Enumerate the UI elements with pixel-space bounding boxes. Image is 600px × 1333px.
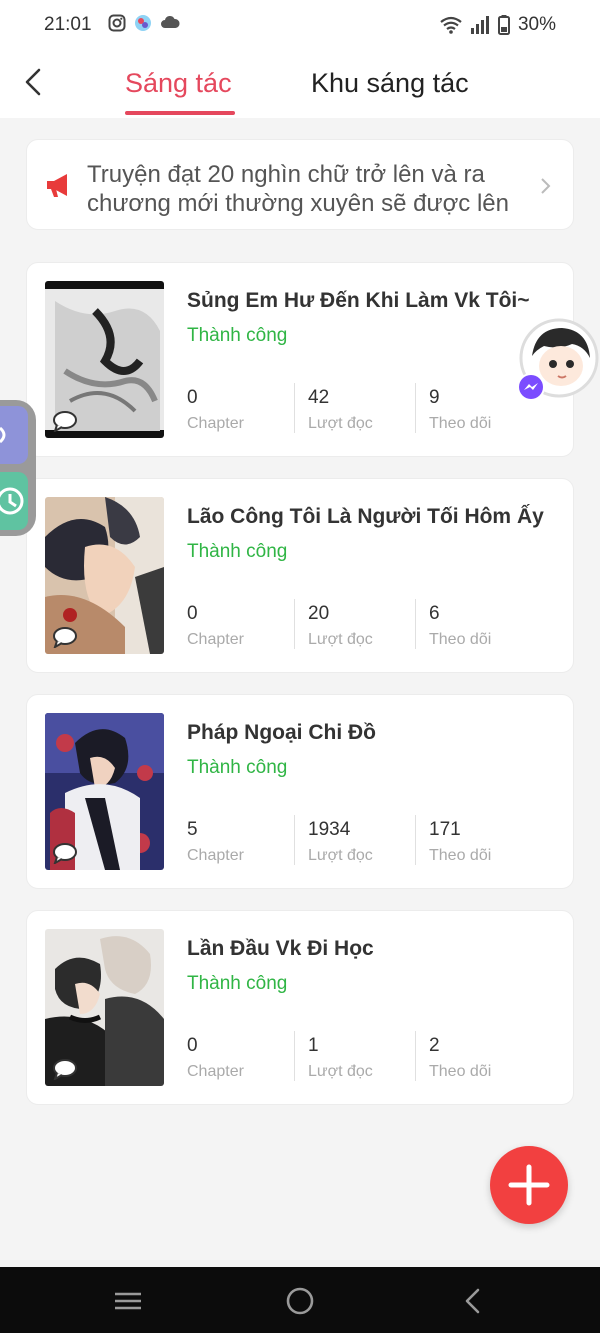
messenger-icon	[517, 373, 545, 401]
stat-label: Chapter	[187, 847, 244, 864]
signal-icon	[470, 16, 489, 34]
stat-reads: 42 Lượt đọc	[308, 387, 418, 433]
chat-bubble-icon	[53, 1059, 77, 1080]
instagram-icon	[108, 14, 126, 32]
story-cover	[45, 929, 164, 1086]
system-nav-bar	[0, 1267, 600, 1333]
messenger-chat-head[interactable]	[514, 318, 600, 404]
plus-icon	[508, 1164, 550, 1206]
stat-value: 0	[187, 1035, 198, 1056]
stat-label: Lượt đọc	[308, 631, 373, 648]
story-card[interactable]: Lần Đầu Vk Đi Học Thành công 0 Chapter 1…	[26, 910, 574, 1105]
stat-follows: 171 Theo dõi	[429, 819, 539, 865]
story-status: Thành công	[187, 325, 288, 346]
stat-value: 5	[187, 819, 198, 840]
chat-bubble-icon	[53, 627, 77, 648]
status-right: 30%	[440, 14, 556, 36]
story-cover	[45, 497, 164, 654]
story-cover	[45, 281, 164, 438]
timer-icon	[0, 487, 24, 515]
stat-label: Lượt đọc	[308, 415, 373, 432]
back-icon[interactable]	[458, 1285, 490, 1317]
stat-follows: 2 Theo dõi	[429, 1035, 539, 1081]
stat-label: Theo dõi	[429, 415, 492, 432]
megaphone-icon	[47, 174, 67, 197]
stat-label: Chapter	[187, 631, 244, 648]
stat-label: Theo dõi	[429, 631, 492, 648]
story-card[interactable]: Lão Công Tôi Là Người Tối Hôm Ấy Thành c…	[26, 478, 574, 673]
stat-value: 171	[429, 819, 461, 840]
story-card[interactable]: Pháp Ngoại Chi Đồ Thành công 5 Chapter 1…	[26, 694, 574, 889]
battery-percent: 30%	[517, 14, 556, 35]
story-title: Lão Công Tôi Là Người Tối Hôm Ấy	[187, 505, 544, 528]
status-app-icons	[108, 14, 180, 32]
divider	[415, 599, 416, 649]
stat-value: 2	[429, 1035, 440, 1056]
notice-banner[interactable]: Truyện đạt 20 nghìn chữ trở lên và ra ch…	[26, 139, 574, 230]
voice-icon	[0, 426, 6, 444]
tab-khu-sang-tac[interactable]: Khu sáng tác	[311, 68, 469, 99]
story-title: Sủng Em Hư Đến Khi Làm Vk Tôi~	[187, 289, 530, 312]
divider	[294, 1031, 295, 1081]
divider	[294, 383, 295, 433]
stat-reads: 1 Lượt đọc	[308, 1035, 418, 1081]
stat-follows: 6 Theo dõi	[429, 603, 539, 649]
battery-icon	[497, 15, 510, 35]
side-widget-top-button[interactable]	[0, 406, 28, 464]
recent-apps-icon[interactable]	[112, 1285, 144, 1317]
divider	[415, 383, 416, 433]
divider	[294, 815, 295, 865]
stat-chapters: 0 Chapter	[187, 603, 297, 649]
stat-label: Chapter	[187, 415, 244, 432]
divider	[415, 815, 416, 865]
chevron-right-icon	[541, 178, 551, 194]
stat-value: 0	[187, 603, 198, 624]
home-icon[interactable]	[284, 1285, 316, 1317]
status-bar: 21:01 30%	[0, 0, 600, 52]
stat-reads: 20 Lượt đọc	[308, 603, 418, 649]
add-story-button[interactable]	[490, 1146, 568, 1224]
tab-sang-tac[interactable]: Sáng tác	[125, 68, 232, 99]
stat-value: 0	[187, 387, 198, 408]
cloud-icon	[161, 15, 180, 28]
side-widget-bottom-button[interactable]	[0, 472, 28, 530]
stat-value: 42	[308, 387, 330, 408]
story-title: Lần Đầu Vk Đi Học	[187, 937, 374, 960]
status-time: 21:01	[44, 14, 92, 35]
story-card[interactable]: Sủng Em Hư Đến Khi Làm Vk Tôi~ Thành côn…	[26, 262, 574, 457]
floating-side-widget[interactable]	[0, 400, 36, 536]
stat-value: 1	[308, 1035, 319, 1056]
story-status: Thành công	[187, 757, 288, 778]
chat-bubble-icon	[53, 843, 77, 864]
chat-bubble-icon	[53, 411, 77, 432]
stat-chapters: 5 Chapter	[187, 819, 297, 865]
stat-label: Theo dõi	[429, 847, 492, 864]
app-icon	[135, 15, 151, 31]
story-status: Thành công	[187, 541, 288, 562]
stat-value: 20	[308, 603, 330, 624]
stat-reads: 1934 Lượt đọc	[308, 819, 418, 865]
story-status: Thành công	[187, 973, 288, 994]
story-cover	[45, 713, 164, 870]
back-button[interactable]	[18, 66, 50, 98]
stat-label: Lượt đọc	[308, 1063, 373, 1080]
wifi-icon	[440, 16, 462, 34]
divider	[294, 599, 295, 649]
notice-text: Truyện đạt 20 nghìn chữ trở lên và ra ch…	[87, 161, 510, 216]
stat-label: Lượt đọc	[308, 847, 373, 864]
stat-label: Chapter	[187, 1063, 244, 1080]
stat-chapters: 0 Chapter	[187, 1035, 297, 1081]
stat-chapters: 0 Chapter	[187, 387, 297, 433]
header: Sáng tác Khu sáng tác	[0, 52, 600, 118]
stat-value: 1934	[308, 819, 351, 840]
story-title: Pháp Ngoại Chi Đồ	[187, 721, 376, 744]
stat-label: Theo dõi	[429, 1063, 492, 1080]
active-tab-indicator	[125, 111, 235, 115]
divider	[415, 1031, 416, 1081]
stat-value: 6	[429, 603, 440, 624]
